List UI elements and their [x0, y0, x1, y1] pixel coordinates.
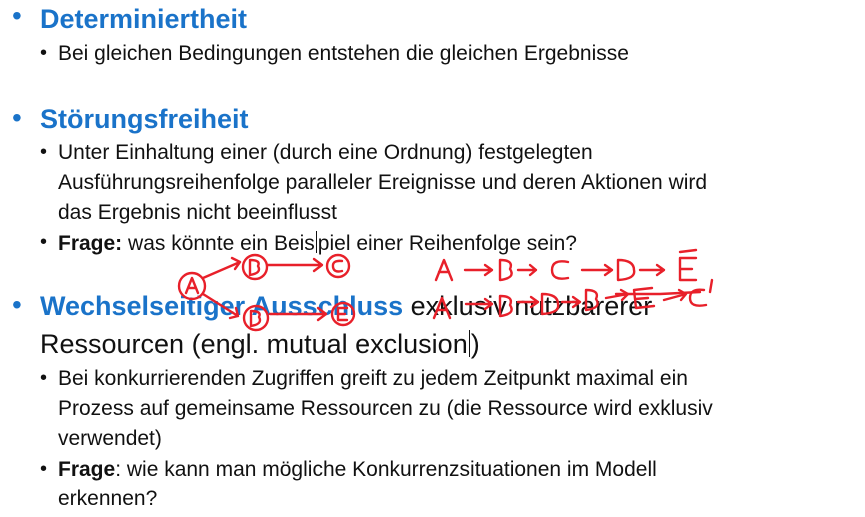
ink-letter-e [678, 248, 698, 282]
bullet-level2: • [40, 458, 48, 480]
question-label: Frage [58, 458, 116, 481]
ink-circle-b [241, 253, 269, 281]
bullet-level2: • [40, 231, 48, 253]
text-cursor [315, 231, 317, 253]
bullet-level2: • [40, 367, 48, 389]
ink-letter-b [498, 258, 513, 282]
ink-letter-c [331, 259, 344, 273]
heading-line2: Ressourcen (engl. mutual exclusion) [40, 329, 480, 360]
question-text: : wie kann man mögliche Konkurrenzsituat… [115, 458, 657, 481]
text-cursor [468, 330, 470, 357]
heading-stoerungsfreiheit: Störungsfreiheit [40, 104, 249, 134]
ink-arrow [580, 263, 614, 277]
ink-letter-b [248, 258, 261, 277]
ink-prime [708, 278, 714, 294]
question-line: Frage: was könnte ein Beis piel einer Rei… [58, 231, 577, 256]
heading-keyword: Wechselseitiger Ausschluss [40, 291, 404, 321]
question-text: piel einer Reihenfolge sein? [317, 232, 577, 255]
heading-wechselseitiger-ausschluss: Wechselseitiger Ausschluss exklusiv nutz… [40, 291, 652, 322]
ink-letter-a [434, 258, 454, 282]
question-label: Frage: [58, 232, 123, 255]
body-line: erkennen? [58, 487, 158, 510]
body-line: Unter Einhaltung einer (durch eine Ordnu… [58, 141, 593, 164]
body-line: Ausführungsreihenfolge paralleler Ereign… [58, 171, 708, 194]
ink-arrow [662, 288, 688, 302]
ink-letter-d [616, 258, 636, 282]
body-line: Prozess auf gemeinsame Ressourcen zu (di… [58, 397, 713, 420]
heading-rest: exklusiv nutzbarerer [403, 291, 653, 321]
ink-letter-c [550, 260, 570, 280]
ink-arrow [201, 256, 242, 280]
bullet-level2: • [40, 141, 48, 163]
body-line: Bei gleichen Bedingungen entstehen die g… [58, 42, 629, 65]
body-line: verwendet) [58, 427, 162, 450]
ink-arrow [266, 257, 324, 273]
ink-arrow [516, 263, 538, 277]
bullet-level1: • [12, 289, 22, 320]
bullet-level1: • [12, 102, 22, 133]
bullet-level1: • [12, 0, 22, 31]
heading-determiniertheit: Determiniertheit [40, 4, 248, 34]
body-line: Bei konkurrierenden Zugriffen greift zu … [58, 367, 688, 390]
bullet-level2: • [40, 42, 48, 64]
question-line: Frage: wie kann man mögliche Konkurrenzs… [58, 458, 657, 482]
heading-line2-text: ) [470, 329, 480, 359]
body-line: das Ergebnis nicht beeinflusst [58, 201, 337, 224]
heading-line2-text: Ressourcen (engl. mutual exclusion [40, 329, 468, 359]
question-text: was könnte ein Beis [122, 232, 315, 255]
ink-arrow [463, 263, 494, 277]
ink-letter-c [688, 288, 708, 307]
ink-arrow [638, 263, 666, 277]
ink-circle-c [325, 253, 351, 279]
